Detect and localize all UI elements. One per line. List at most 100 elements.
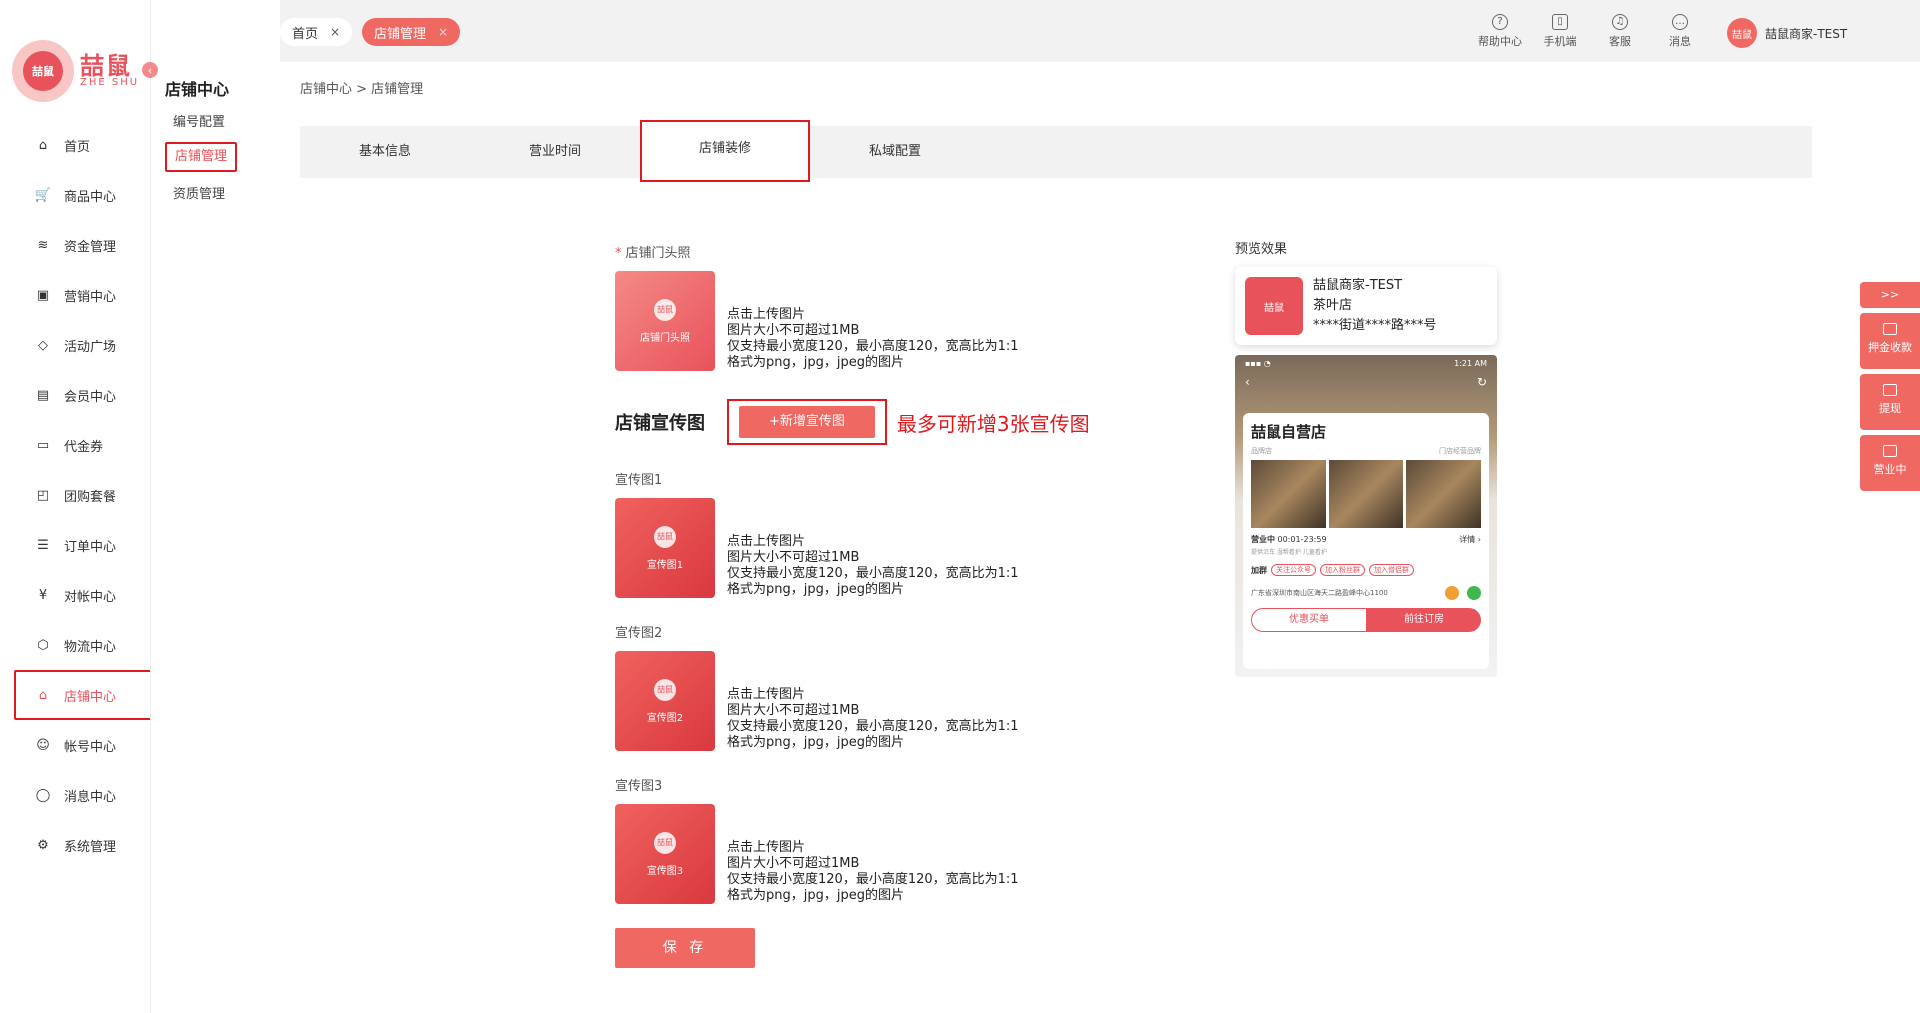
sidebar-item-label: 营销中心 (64, 289, 117, 305)
hint-line: 格式为png，jpg，jpeg的图片 (727, 355, 904, 370)
tab-basic-info[interactable]: 基本信息 (300, 126, 470, 178)
submenu-item-qualification[interactable]: 资质管理 (165, 180, 233, 210)
sidebar-item[interactable]: ▤ 会员中心 (14, 370, 152, 420)
tab-store-decoration[interactable]: 店铺装修 (640, 120, 810, 182)
business-status-button[interactable]: 营业中 (1860, 435, 1920, 491)
help-icon: ? (1492, 14, 1508, 30)
cart-icon: 🛒 (34, 187, 52, 203)
book-room-button: 前往订房 (1367, 608, 1481, 632)
layers-icon: ≋ (37, 237, 49, 253)
tab-private-domain[interactable]: 私域配置 (810, 126, 980, 178)
sidebar-item-label: 系统管理 (64, 839, 117, 855)
promo-3-image-upload[interactable]: 喆鼠 宣传图3 (615, 804, 715, 904)
close-icon[interactable]: × (330, 25, 340, 39)
save-button[interactable]: 保 存 (615, 928, 755, 968)
store-address: ****街道****路***号 (1313, 318, 1437, 333)
shop-name: 喆鼠自营店 (1251, 423, 1327, 441)
sidebar-item-label: 商品中心 (64, 189, 117, 205)
user-menu[interactable]: 喆鼠 喆鼠商家-TEST (1727, 18, 1847, 48)
page-tab-label: 首页 (292, 26, 319, 42)
tab-business-hours[interactable]: 营业时间 (470, 126, 640, 178)
detail-link: 详情 › (1459, 535, 1481, 544)
messages-button[interactable]: … 消息 (1652, 14, 1708, 49)
sidebar-item[interactable]: 🛒 商品中心 (14, 170, 152, 220)
sidebar-item[interactable]: ⬡ 物流中心 (14, 620, 152, 670)
phone-time: 1:21 AM (1454, 359, 1487, 368)
shop-address-row: 广东省深圳市南山区海天二路盈峰中心1100 (1251, 586, 1481, 600)
preview-store-card: 喆鼠 喆鼠商家-TEST 茶叶店 ****街道****路***号 (1235, 267, 1497, 345)
promo-1-image-upload[interactable]: 喆鼠 宣传图1 (615, 498, 715, 598)
wallet-icon (1883, 323, 1897, 335)
mascot-icon: 喆鼠 (654, 678, 676, 701)
join-group-label: 加群 (1251, 565, 1267, 575)
add-promo-button[interactable]: +新增宣传图 (739, 406, 875, 438)
sidebar-item[interactable]: ▣ 营销中心 (14, 270, 152, 320)
phone-status-bar: ▪▪▪ ◔ 1:21 AM (1245, 359, 1487, 368)
float-label: 营业中 (1873, 463, 1907, 476)
join-group-row: 加群 关注公众号 加入粉丝群 加入僧侣群 (1251, 564, 1481, 576)
share-icon: ↻ (1476, 375, 1487, 389)
deposit-collection-button[interactable]: 押金收款 (1860, 313, 1920, 369)
hint-line: 点击上传图片 (727, 687, 806, 702)
promo-3-upload: 喆鼠 宣传图3 点击上传图片 图片大小不可超过1MB 仅支持最小宽度120，最小… (615, 804, 1175, 904)
sidebar-item-label: 活动广场 (64, 339, 117, 355)
hint-line: 图片大小不可超过1MB (727, 550, 860, 565)
required-mark: * (615, 246, 622, 261)
main-sidebar: 喆鼠 喆鼠 ZHE SHU ⌂ 首页 🛒 商品中心 ≋ 资金管理 ▣ 营销中心 ◇ 活动广场 ▤ 会员… (0, 0, 152, 1013)
sidebar-item[interactable]: ⌂ 首页 (14, 120, 152, 170)
sidebar-item-label: 消息中心 (64, 789, 117, 805)
hint-line: 仅支持最小宽度120，最小高度120，宽高比为1:1 (727, 566, 1019, 581)
sidebar-item[interactable]: ¥ 对帐中心 (14, 570, 152, 620)
store-status-icon (1883, 445, 1897, 457)
withdraw-button[interactable]: 提现 (1860, 374, 1920, 430)
collapse-sidebar-icon[interactable]: ‹ (142, 62, 158, 78)
promo-section-title: 店铺宣传图 (615, 413, 705, 434)
phone-nav: ‹ ↻ (1245, 375, 1487, 389)
mobile-icon: ▯ (1552, 14, 1568, 30)
bag-icon: ◰ (36, 487, 50, 503)
submenu-item-store-management[interactable]: 店铺管理 (165, 142, 238, 172)
sidebar-item[interactable]: ◯ 消息中心 (14, 770, 152, 820)
mobile-button[interactable]: ▯ 手机端 (1532, 14, 1588, 49)
thumb-caption: 宣传图1 (646, 559, 684, 571)
hint-line: 仅支持最小宽度120，最小高度120，宽高比为1:1 (727, 339, 1019, 354)
storefront-label: * 店铺门头照 (615, 242, 1175, 261)
tool-label: 消息 (1669, 35, 1691, 48)
shop-photo (1406, 460, 1482, 528)
sidebar-item[interactable]: ⚙ 系统管理 (14, 820, 152, 870)
page-tab-store-management[interactable]: 店铺管理 × (362, 18, 461, 46)
upload-hints: 点击上传图片 图片大小不可超过1MB 仅支持最小宽度120，最小高度120，宽高… (727, 307, 1019, 371)
expand-panel-button[interactable]: >> (1860, 282, 1920, 308)
storefront-label-text: 店铺门头照 (625, 246, 691, 261)
submenu-item-number-config[interactable]: 编号配置 (165, 108, 233, 138)
help-center-button[interactable]: ? 帮助中心 (1472, 14, 1528, 49)
headset-icon: ♫ (1612, 14, 1628, 30)
sidebar-item[interactable]: ◇ 活动广场 (14, 320, 152, 370)
coupon-icon: ▭ (36, 437, 50, 453)
customer-service-button[interactable]: ♫ 客服 (1592, 14, 1648, 49)
storefront-image-upload[interactable]: 喆鼠 店铺门头照 (615, 271, 715, 371)
sidebar-item[interactable]: ☰ 订单中心 (14, 520, 152, 570)
promo-limit-note: 最多可新增3张宣传图 (896, 411, 1090, 436)
promo-2-image-upload[interactable]: 喆鼠 宣传图2 (615, 651, 715, 751)
promo-section-header: 店铺宣传图 +新增宣传图 最多可新增3张宣传图 (615, 399, 1175, 445)
shop-photo (1328, 460, 1404, 528)
hint-line: 点击上传图片 (727, 534, 806, 549)
package-icon: ⬡ (37, 637, 49, 653)
sidebar-item[interactable]: ⌂ 店铺中心 (14, 670, 152, 720)
add-promo-highlight: +新增宣传图 (727, 399, 887, 445)
brand-logo[interactable]: 喆鼠 喆鼠 ZHE SHU (12, 40, 139, 102)
hint-line: 点击上传图片 (727, 840, 806, 855)
secondary-menu: 店铺中心 编号配置 店铺管理 资质管理 (150, 0, 280, 1013)
sidebar-item[interactable]: ≋ 资金管理 (14, 220, 152, 270)
sidebar-item[interactable]: ☺ 帐号中心 (14, 720, 152, 770)
close-icon[interactable]: × (438, 25, 448, 39)
camera-icon: ▣ (36, 287, 50, 303)
page-tab-home[interactable]: 首页 × (280, 18, 353, 46)
hint-line: 格式为png，jpg，jpeg的图片 (727, 735, 904, 750)
float-label: 提现 (1879, 402, 1901, 415)
sidebar-item[interactable]: ◰ 团购套餐 (14, 470, 152, 520)
vip-icon: ▤ (36, 387, 50, 403)
upload-hints: 点击上传图片 图片大小不可超过1MB 仅支持最小宽度120，最小高度120，宽高… (727, 840, 1019, 904)
sidebar-item[interactable]: ▭ 代金券 (14, 420, 152, 470)
